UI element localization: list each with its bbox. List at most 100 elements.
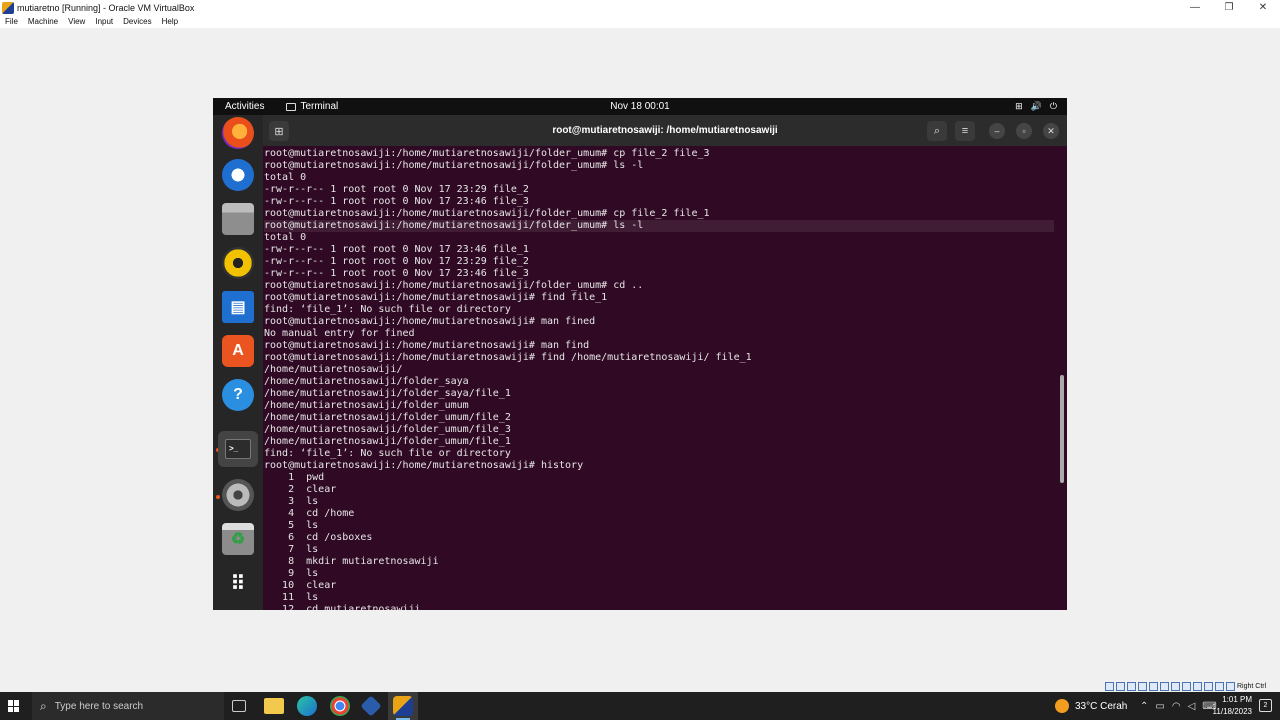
menu-file[interactable]: File xyxy=(0,16,23,28)
terminal-line: 2 clear xyxy=(264,484,337,495)
chevron-up-icon[interactable]: ⌃ xyxy=(1140,701,1148,712)
host-key-label: Right Ctrl xyxy=(1237,682,1267,690)
virtualbox-taskbar-icon[interactable] xyxy=(360,695,382,717)
status-icon[interactable] xyxy=(1127,681,1136,691)
host-titlebar: mutiaretno [Running] - Oracle VM Virtual… xyxy=(0,0,1280,16)
files-icon[interactable] xyxy=(222,203,254,235)
settings-icon[interactable] xyxy=(222,479,254,511)
battery-icon[interactable]: ▭ xyxy=(1155,701,1164,712)
system-tray[interactable]: ⊞ 🔊 ⏻ xyxy=(1015,101,1057,112)
status-icon[interactable] xyxy=(1160,681,1169,691)
search-button[interactable]: ⌕ xyxy=(927,121,947,141)
terminal-line: root@mutiaretnosawiji:/home/mutiaretnosa… xyxy=(264,340,590,351)
task-view-icon[interactable] xyxy=(232,700,246,712)
terminal-line: 11 ls xyxy=(264,592,319,603)
firefox-icon[interactable] xyxy=(222,117,254,149)
terminal-line: root@mutiaretnosawiji:/home/mutiaretnosa… xyxy=(264,280,644,291)
thunderbird-icon[interactable] xyxy=(222,159,254,191)
trash-icon[interactable]: ♻ xyxy=(222,523,254,555)
gnome-clock[interactable]: Nov 18 00:01 xyxy=(213,101,1067,112)
virtualbox-icon xyxy=(2,2,14,14)
status-icon[interactable] xyxy=(1204,681,1213,691)
status-icon[interactable] xyxy=(1149,681,1158,691)
menu-view[interactable]: View xyxy=(63,16,90,28)
activities-button[interactable]: Activities xyxy=(225,101,264,112)
weather-widget[interactable]: 33°C Cerah xyxy=(1055,692,1127,720)
terminal-output[interactable]: root@mutiaretnosawiji:/home/mutiaretnosa… xyxy=(264,148,1054,610)
menu-input[interactable]: Input xyxy=(90,16,118,28)
terminal-scrollbar[interactable] xyxy=(1060,375,1064,483)
minimize-button[interactable]: — xyxy=(1178,0,1212,16)
close-button[interactable]: ✕ xyxy=(1246,0,1280,16)
taskbar-clock[interactable]: 1:01 PM 11/18/2023 xyxy=(1213,694,1252,718)
terminal-line: /home/mutiaretnosawiji/folder_umum xyxy=(264,400,469,411)
terminal-line: No manual entry for fined xyxy=(264,328,415,339)
app-menu-label: Terminal xyxy=(300,101,339,112)
notification-center-button[interactable]: 2 xyxy=(1259,699,1272,712)
terminal-line: root@mutiaretnosawiji:/home/mutiaretnosa… xyxy=(264,316,596,327)
edge-icon[interactable] xyxy=(297,696,317,716)
terminal-line: -rw-r--r-- 1 root root 0 Nov 17 23:29 fi… xyxy=(264,184,529,195)
terminal-line: -rw-r--r-- 1 root root 0 Nov 17 23:46 fi… xyxy=(264,268,529,279)
volume-icon: 🔊 xyxy=(1030,101,1042,111)
menu-devices[interactable]: Devices xyxy=(118,16,156,28)
status-icon[interactable] xyxy=(1171,681,1180,691)
status-icon[interactable] xyxy=(1215,681,1224,691)
terminal-line: root@mutiaretnosawiji:/home/mutiaretnosa… xyxy=(264,148,710,159)
terminal-line: -rw-r--r-- 1 root root 0 Nov 17 23:46 fi… xyxy=(264,196,529,207)
status-icon[interactable] xyxy=(1226,681,1235,691)
terminal-maximize-button[interactable]: ▫ xyxy=(1016,123,1032,139)
window-controls: — ❐ ✕ xyxy=(1178,0,1280,16)
status-icon[interactable] xyxy=(1182,681,1191,691)
rhythmbox-icon[interactable] xyxy=(222,247,254,279)
terminal-line: 1 pwd xyxy=(264,472,325,483)
terminal-line: root@mutiaretnosawiji:/home/mutiaretnosa… xyxy=(264,220,1054,232)
host-window-title: mutiaretno [Running] - Oracle VM Virtual… xyxy=(17,3,195,13)
terminal-minimize-button[interactable]: – xyxy=(989,123,1005,139)
menu-help[interactable]: Help xyxy=(157,16,183,28)
terminal-line: find: ‘file_1’: No such file or director… xyxy=(264,304,511,315)
terminal-line: /home/mutiaretnosawiji/ xyxy=(264,364,403,375)
hamburger-menu-button[interactable]: ≡ xyxy=(955,121,975,141)
help-icon[interactable]: ? xyxy=(222,379,254,411)
terminal-line: -rw-r--r-- 1 root root 0 Nov 17 23:29 fi… xyxy=(264,256,529,267)
start-button[interactable] xyxy=(8,700,20,712)
terminal-window[interactable]: ⊞ root@mutiaretnosawiji: /home/mutiaretn… xyxy=(263,115,1067,610)
restore-button[interactable]: ❐ xyxy=(1212,0,1246,16)
taskbar-date: 11/18/2023 xyxy=(1212,707,1252,716)
search-icon: ⌕ xyxy=(40,698,47,713)
terminal-line: 9 ls xyxy=(264,568,319,579)
status-icon[interactable] xyxy=(1138,681,1147,691)
terminal-close-button[interactable]: ✕ xyxy=(1043,123,1059,139)
chrome-icon[interactable] xyxy=(330,696,350,716)
status-icon[interactable] xyxy=(1193,681,1202,691)
terminal-line: total 0 xyxy=(264,172,307,183)
windows-taskbar: ⌕ Type here to search 33°C Cerah ⌃ ▭ ◠ ◁… xyxy=(0,692,1280,720)
terminal-line: /home/mutiaretnosawiji/folder_saya/file_… xyxy=(264,388,511,399)
vm-window-icon[interactable] xyxy=(393,696,413,716)
file-explorer-icon[interactable] xyxy=(264,698,284,714)
taskbar-time: 1:01 PM xyxy=(1222,695,1252,704)
weather-text: 33°C Cerah xyxy=(1075,700,1128,712)
sun-icon xyxy=(1055,699,1069,713)
terminal-line: 10 clear xyxy=(264,580,337,591)
show-apps-icon[interactable]: ⠿ xyxy=(222,567,254,599)
terminal-line: 6 cd /osboxes xyxy=(264,532,373,543)
software-icon[interactable]: A xyxy=(222,335,254,367)
ubuntu-dock: ▤ A ? >_ ♻ ⠿ xyxy=(213,115,263,610)
speaker-icon[interactable]: ◁ xyxy=(1188,701,1196,712)
app-menu[interactable]: Terminal xyxy=(286,101,338,112)
terminal-dock-icon[interactable]: >_ xyxy=(218,431,258,467)
status-icon[interactable] xyxy=(1116,681,1125,691)
menu-machine[interactable]: Machine xyxy=(23,16,63,28)
writer-icon[interactable]: ▤ xyxy=(222,291,254,323)
running-indicator xyxy=(216,495,220,499)
vm-screen[interactable]: Activities Terminal Nov 18 00:01 ⊞ 🔊 ⏻ ▤… xyxy=(213,98,1067,610)
status-icon[interactable] xyxy=(1105,681,1114,691)
terminal-line: 4 cd /home xyxy=(264,508,355,519)
terminal-icon xyxy=(286,102,297,111)
taskbar-search[interactable]: ⌕ Type here to search xyxy=(32,692,224,720)
notification-tray[interactable]: ⌃ ▭ ◠ ◁ ⌨ xyxy=(1140,692,1217,720)
wifi-icon[interactable]: ◠ xyxy=(1172,701,1181,712)
terminal-line: 5 ls xyxy=(264,520,319,531)
